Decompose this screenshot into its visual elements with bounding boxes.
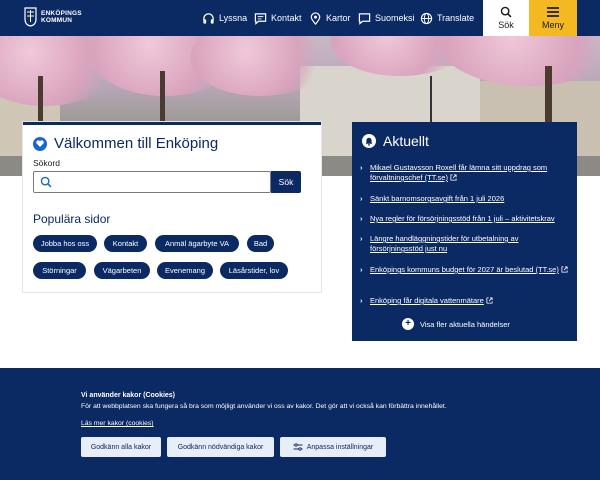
headphones-icon (203, 12, 214, 24)
search-input[interactable] (58, 174, 268, 190)
chevron-right-icon: › (360, 163, 363, 172)
site-logo[interactable]: ENKÖPINGS KOMMUN (24, 7, 82, 27)
cookie-read-more-link[interactable]: Läs mer kakor (cookies) (81, 420, 154, 427)
search-field[interactable] (33, 171, 271, 193)
nav-translate-label: Translate (437, 13, 475, 23)
logo-line-1: ENKÖPINGS (41, 10, 82, 17)
map-pin-icon (310, 11, 321, 25)
chip-events[interactable]: Evenemang (157, 262, 213, 279)
header-search-label: Sök (498, 20, 514, 30)
news-item[interactable]: › Enköping får digitala vattenmätare (360, 296, 570, 306)
news-item-text: Längre handläggningstider för utbetalnin… (370, 234, 519, 253)
welcome-heading: Välkommen till Enköping (33, 135, 218, 152)
news-item[interactable]: › Nya regler för försörjningsstöd från 1… (360, 214, 570, 224)
logo-wordmark: ENKÖPINGS KOMMUN (41, 10, 82, 24)
nav-listen[interactable]: Lyssna (202, 0, 247, 36)
sliders-icon (293, 443, 303, 451)
nav-translate[interactable]: Translate (420, 0, 474, 36)
bell-icon (362, 134, 376, 148)
nav-contact[interactable]: Kontakt (254, 0, 302, 36)
accept-necessary-cookies-label: Godkänn nödvändiga kakor (177, 443, 264, 451)
nav-maps-label: Kartor (326, 13, 351, 23)
news-item[interactable]: › Längre handläggningstider för utbetaln… (360, 234, 570, 254)
crest-icon (24, 7, 37, 27)
news-item[interactable]: › Sänkt barnomsorgsavgift från 1 juli 20… (360, 194, 570, 204)
site-header: ENKÖPINGS KOMMUN Lyssna Kontakt Kartor S… (0, 0, 600, 36)
search-submit-button[interactable]: Sök (271, 171, 301, 193)
nav-listen-label: Lyssna (219, 13, 248, 23)
show-more-news-link[interactable]: + Visa fler aktuella händelser (402, 318, 510, 330)
nav-finnish[interactable]: Suomeksi (358, 0, 415, 36)
search-icon (40, 176, 52, 188)
chip-school-terms[interactable]: Läsårstider, lov (220, 262, 288, 279)
chevron-right-icon: › (360, 296, 363, 305)
external-link-icon (561, 266, 568, 273)
nav-maps[interactable]: Kartor (309, 0, 351, 36)
speech-bubble-icon (358, 12, 371, 25)
customize-cookies-label: Anpassa inställningar (306, 443, 374, 451)
news-item[interactable]: › Mikael Gustavsson Roxell får lämna sit… (360, 163, 570, 183)
news-item-text: Sänkt barnomsorgsavgift från 1 juli 2026 (370, 194, 505, 203)
welcome-card: Välkommen till Enköping Sökord Sök Popul… (23, 122, 321, 292)
chip-contact[interactable]: Kontakt (104, 235, 147, 252)
chip-bath[interactable]: Bad (247, 235, 274, 252)
search-icon (500, 6, 512, 18)
news-item-text: Mikael Gustavsson Roxell får lämna sitt … (370, 163, 548, 182)
chip-jobs[interactable]: Jobba hos oss (33, 235, 97, 252)
cookie-text: För att webbplatsen ska fungera så bra s… (81, 403, 447, 410)
accept-necessary-cookies-button[interactable]: Godkänn nödvändiga kakor (167, 437, 274, 457)
news-card: Aktuellt › Mikael Gustavsson Roxell får … (352, 122, 577, 341)
news-item-text: Nya regler för försörjningsstöd från 1 j… (370, 214, 555, 223)
chevron-right-icon: › (360, 214, 363, 223)
cookie-banner: Vi använder kakor (Cookies) För att webb… (0, 368, 600, 480)
accept-all-cookies-label: Godkänn alla kakor (90, 443, 152, 451)
logo-line-2: KOMMUN (41, 17, 73, 24)
search-field-label: Sökord (33, 158, 60, 168)
news-item-text: Enköping får digitala vattenmätare (370, 296, 484, 305)
external-link-icon (486, 297, 493, 304)
chevron-right-icon: › (360, 234, 363, 243)
globe-icon (420, 12, 433, 24)
external-link-icon (450, 174, 457, 181)
popular-pages-heading: Populära sidor (33, 212, 111, 226)
nav-finnish-label: Suomeksi (375, 13, 415, 23)
news-item[interactable]: › Enköpings kommuns budget för 2027 är b… (360, 265, 570, 275)
hamburger-icon (547, 7, 559, 17)
nav-contact-label: Kontakt (271, 13, 302, 23)
customize-cookies-button[interactable]: Anpassa inställningar (280, 437, 386, 457)
plus-icon: + (402, 318, 414, 330)
chip-report-owner-change[interactable]: Anmäl ägarbyte VA (155, 235, 239, 252)
chip-roadworks[interactable]: Vägarbeten (94, 262, 150, 279)
chevron-right-icon: › (360, 194, 363, 203)
news-heading: Aktuellt (362, 133, 429, 149)
news-title-text: Aktuellt (383, 133, 429, 149)
header-search-button[interactable]: Sök (483, 0, 529, 36)
chevron-right-icon: › (360, 265, 363, 274)
heart-icon (33, 136, 47, 151)
menu-label: Meny (541, 20, 564, 30)
welcome-title-text: Välkommen till Enköping (54, 135, 219, 152)
cookie-title: Vi använder kakor (Cookies) (81, 392, 176, 399)
menu-button[interactable]: Meny (529, 0, 577, 36)
accept-all-cookies-button[interactable]: Godkänn alla kakor (81, 437, 161, 457)
chip-disruptions[interactable]: Störningar (33, 262, 86, 279)
news-item-text: Enköpings kommuns budget för 2027 är bes… (370, 265, 559, 274)
chat-icon (254, 12, 267, 25)
show-more-news-label: Visa fler aktuella händelser (420, 319, 510, 329)
